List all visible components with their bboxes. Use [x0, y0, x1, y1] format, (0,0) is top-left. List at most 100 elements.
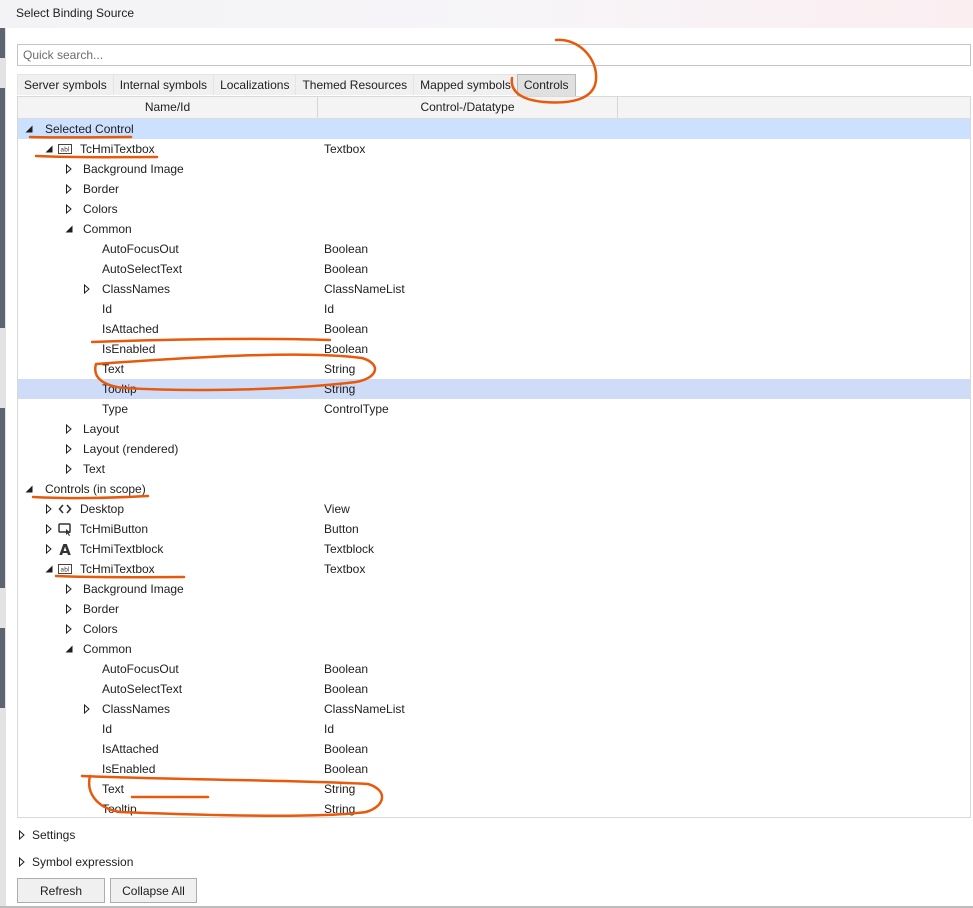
collapsed-arrow-icon[interactable]	[64, 424, 74, 434]
collapsed-arrow-icon[interactable]	[82, 284, 92, 294]
chevron-right-icon[interactable]	[17, 830, 27, 840]
tree-row-name: Selected Control	[45, 122, 134, 136]
tree-row-name: IsAttached	[102, 322, 159, 336]
collapsed-arrow-icon[interactable]	[64, 164, 74, 174]
column-header-name[interactable]: Name/Id	[18, 97, 318, 118]
tree-row-name: IsEnabled	[102, 762, 156, 776]
tree-row[interactable]: Layout	[18, 419, 970, 439]
svg-text:abl: abl	[60, 147, 69, 154]
tree-row[interactable]: Background Image	[18, 579, 970, 599]
tree-row[interactable]: Tooltip String	[18, 379, 970, 399]
tree-row[interactable]: Border	[18, 179, 970, 199]
tree-row[interactable]: abl TcHmiTextbox Textbox	[18, 559, 970, 579]
collapsed-arrow-icon[interactable]	[64, 624, 74, 634]
collapsed-arrow-icon[interactable]	[44, 504, 54, 514]
tree-row-name: Type	[102, 402, 129, 416]
collapse-all-button[interactable]: Collapse All	[110, 878, 197, 903]
tree-row[interactable]: A TcHmiTextblock Textblock	[18, 539, 970, 559]
tree-row-name: TcHmiButton	[80, 522, 149, 536]
tree-row-name: ClassNames	[102, 282, 171, 296]
tree-row[interactable]: IsEnabled Boolean	[18, 339, 970, 359]
tree-row[interactable]: ClassNames ClassNameList	[18, 699, 970, 719]
collapsed-arrow-icon[interactable]	[64, 444, 74, 454]
expanded-arrow-icon[interactable]	[44, 144, 54, 154]
tree-row[interactable]: AutoSelectText Boolean	[18, 259, 970, 279]
tree-row-name: Background Image	[83, 582, 184, 596]
tree-row[interactable]: IsEnabled Boolean	[18, 759, 970, 779]
tree-row-name: Common	[83, 222, 132, 236]
tree-row-name: Text	[83, 462, 106, 476]
collapsed-arrow-icon[interactable]	[82, 704, 92, 714]
tree-row-type: String	[324, 362, 356, 376]
collapsed-arrow-icon[interactable]	[64, 204, 74, 214]
tree-row[interactable]: Tooltip String	[18, 799, 970, 817]
tree-row-name: TcHmiTextbox	[80, 562, 155, 576]
tree-row-type: Textbox	[324, 562, 366, 576]
tab-internal-symbols[interactable]: Internal symbols	[112, 74, 215, 95]
tab-server-symbols[interactable]: Server symbols	[17, 74, 114, 95]
tree-row[interactable]: TcHmiButton Button	[18, 519, 970, 539]
textbox-icon: abl	[58, 562, 72, 576]
tree-row-name: ClassNames	[102, 702, 171, 716]
expanded-arrow-icon[interactable]	[24, 124, 34, 134]
tree-row[interactable]: Common	[18, 639, 970, 659]
tree-row-name: Desktop	[80, 502, 125, 516]
quick-search-input[interactable]	[17, 44, 971, 66]
tree-row[interactable]: AutoFocusOut Boolean	[18, 659, 970, 679]
column-header-type[interactable]: Control-/Datatype	[318, 97, 618, 118]
tree-row[interactable]: AutoFocusOut Boolean	[18, 239, 970, 259]
tree-row[interactable]: Selected Control	[18, 119, 970, 139]
collapsed-arrow-icon[interactable]	[64, 584, 74, 594]
tree-row-type: Boolean	[324, 682, 369, 696]
tree-row-type: Id	[324, 302, 335, 316]
collapsed-arrow-icon[interactable]	[64, 184, 74, 194]
background-window-edge	[0, 28, 6, 908]
expanded-arrow-icon[interactable]	[64, 224, 74, 234]
collapsed-arrow-icon[interactable]	[44, 524, 54, 534]
tree-row[interactable]: Type ControlType	[18, 399, 970, 419]
tree-row-name: Common	[83, 642, 132, 656]
tree-row[interactable]: IsAttached Boolean	[18, 319, 970, 339]
tree-row[interactable]: Colors	[18, 619, 970, 639]
expanded-arrow-icon[interactable]	[64, 644, 74, 654]
tree-row-name: Id	[102, 722, 113, 736]
collapsed-arrow-icon[interactable]	[64, 464, 74, 474]
tree-row[interactable]: Id Id	[18, 719, 970, 739]
tree-row[interactable]: IsAttached Boolean	[18, 739, 970, 759]
tree-row-type: Id	[324, 722, 335, 736]
expanded-arrow-icon[interactable]	[24, 484, 34, 494]
tree-row[interactable]: Border	[18, 599, 970, 619]
tree-row[interactable]: Colors	[18, 199, 970, 219]
tab-themed-resources[interactable]: Themed Resources	[295, 74, 415, 95]
tree-row[interactable]: Id Id	[18, 299, 970, 319]
tree-row[interactable]: Desktop View	[18, 499, 970, 519]
collapsed-arrow-icon[interactable]	[44, 544, 54, 554]
tree-row-name: Layout	[83, 422, 120, 436]
tree-row[interactable]: ClassNames ClassNameList	[18, 279, 970, 299]
tab-controls[interactable]: Controls	[516, 74, 576, 96]
tree-row[interactable]: Text	[18, 459, 970, 479]
tree-row-name: Colors	[83, 202, 118, 216]
symbol-tree-grid[interactable]: Name/Id Control-/Datatype Selected Contr…	[17, 96, 971, 818]
tree-row-name: TcHmiTextblock	[80, 542, 164, 556]
tree-row[interactable]: Layout (rendered)	[18, 439, 970, 459]
tree-row-type: Boolean	[324, 662, 369, 676]
tree-row[interactable]: Background Image	[18, 159, 970, 179]
tree-row[interactable]: Common	[18, 219, 970, 239]
refresh-button[interactable]: Refresh	[17, 878, 105, 903]
expanded-arrow-icon[interactable]	[44, 564, 54, 574]
tree-row[interactable]: AutoSelectText Boolean	[18, 679, 970, 699]
tree-row[interactable]: Text String	[18, 779, 970, 799]
button-icon	[58, 522, 72, 536]
grid-header: Name/Id Control-/Datatype	[18, 97, 970, 119]
tab-mapped-symbols[interactable]: Mapped symbols	[413, 74, 518, 95]
tab-localizations[interactable]: Localizations	[213, 74, 297, 95]
tree-row[interactable]: Controls (in scope)	[18, 479, 970, 499]
tree-row-type: ClassNameList	[324, 282, 405, 296]
tree-row[interactable]: abl TcHmiTextbox Textbox	[18, 139, 970, 159]
source-tabs: Server symbols Internal symbols Localizati…	[17, 74, 576, 96]
chevron-right-icon[interactable]	[17, 857, 27, 867]
tree-row-type: String	[324, 802, 356, 816]
tree-row[interactable]: Text String	[18, 359, 970, 379]
collapsed-arrow-icon[interactable]	[64, 604, 74, 614]
